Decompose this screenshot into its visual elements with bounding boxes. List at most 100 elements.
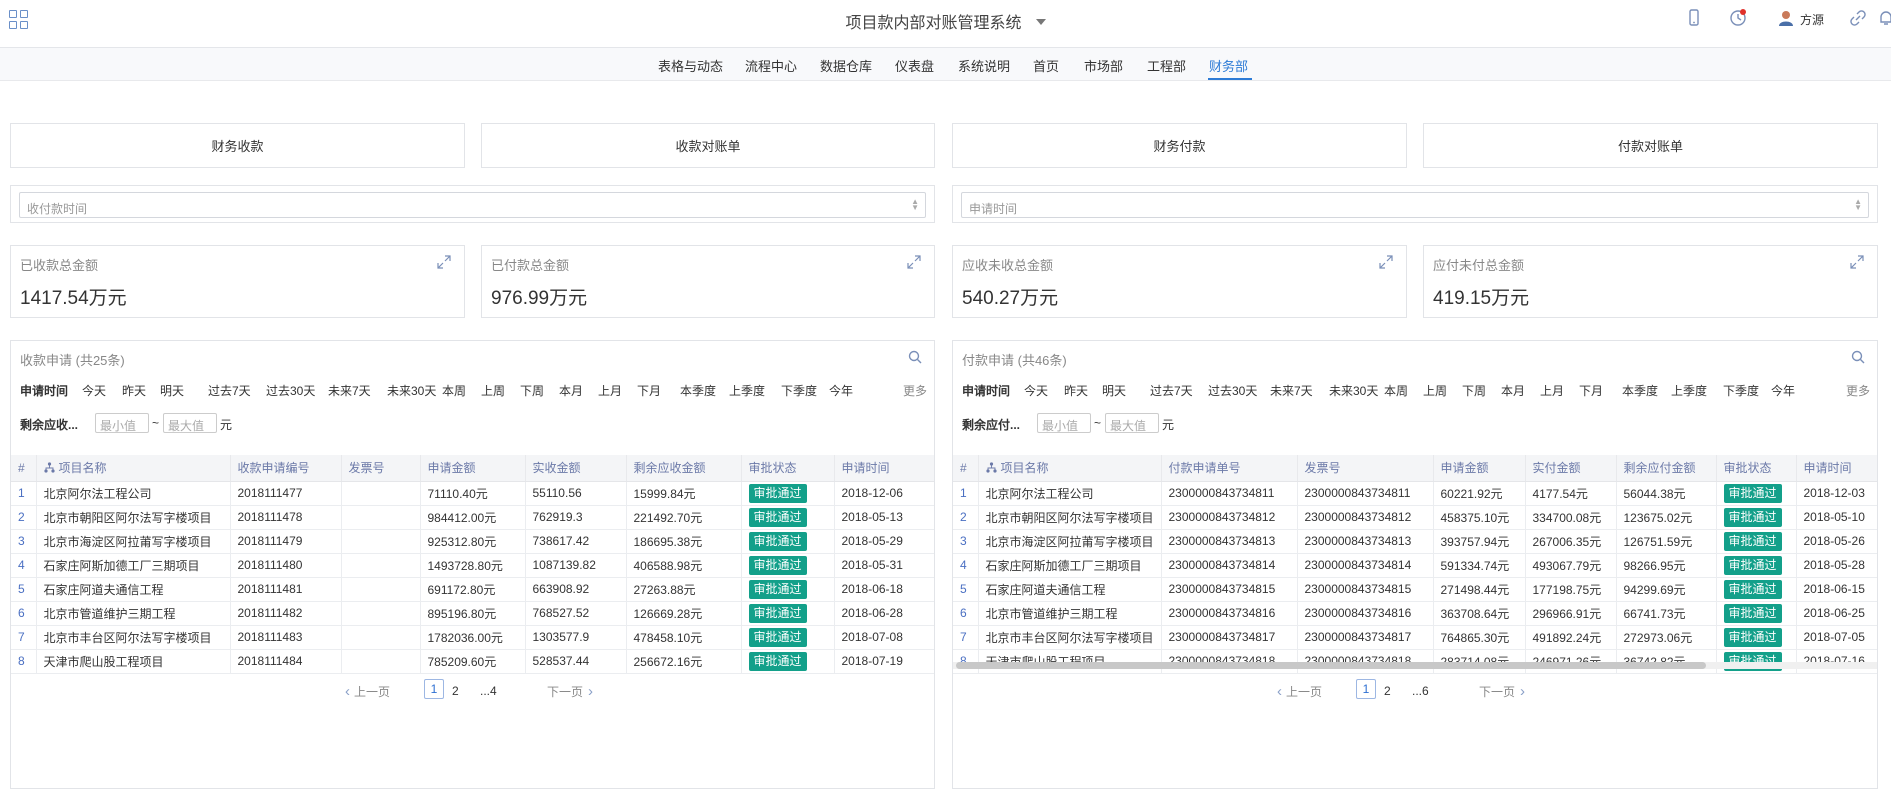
date-chip[interactable]: 上月 bbox=[1540, 382, 1564, 399]
tab-engineering[interactable]: 工程部 bbox=[1147, 56, 1186, 75]
search-icon[interactable] bbox=[1851, 350, 1865, 364]
date-chip[interactable]: 下月 bbox=[637, 382, 661, 399]
date-chip[interactable]: 未来30天 bbox=[387, 382, 436, 399]
table-row[interactable]: 7 北京市丰台区阿尔法写字楼项目 2300000843734817 230000084… bbox=[953, 625, 1877, 650]
column-header-apply-amount[interactable]: 申请金额 bbox=[1433, 455, 1526, 482]
table-row[interactable]: 5 石家庄阿道夫通信工程 2018111481 691172.80元 663908.92… bbox=[11, 577, 934, 602]
date-chip[interactable]: 本月 bbox=[1501, 382, 1525, 399]
expand-icon[interactable] bbox=[437, 255, 451, 269]
date-chip[interactable]: 未来7天 bbox=[328, 382, 371, 399]
prev-page-button[interactable]: ‹ 上一页 bbox=[345, 683, 390, 700]
expand-icon[interactable] bbox=[1850, 255, 1864, 269]
table-row[interactable]: 8 天津市爬山股工程项目 2018111484 785209.60元 528537.44… bbox=[11, 649, 934, 674]
date-chip[interactable]: 上周 bbox=[481, 382, 505, 399]
date-chip[interactable]: 明天 bbox=[1102, 382, 1126, 399]
link-icon[interactable] bbox=[1848, 8, 1868, 28]
clock-notification-icon[interactable] bbox=[1728, 8, 1748, 28]
column-header-apply-date[interactable]: 申请时间 bbox=[1796, 455, 1877, 482]
date-chip[interactable]: 昨天 bbox=[122, 382, 146, 399]
date-chip[interactable]: 上季度 bbox=[729, 382, 765, 399]
next-page-button[interactable]: 下一页 › bbox=[547, 683, 593, 700]
table-row[interactable]: 4 石家庄阿斯加德工厂三期项目 2300000843734814 2300000843… bbox=[953, 553, 1877, 578]
table-row[interactable]: 4 石家庄阿斯加德工厂三期项目 2018111480 1493728.80元 10871… bbox=[11, 553, 934, 578]
column-header-project-name[interactable]: 项目名称 bbox=[978, 455, 1162, 482]
page-number[interactable]: ...6 bbox=[1412, 684, 1429, 698]
date-chip[interactable]: 过去30天 bbox=[266, 382, 315, 399]
tab-dashboard[interactable]: 仪表盘 bbox=[895, 56, 934, 75]
column-header-request-number[interactable]: 收款申请编号 bbox=[230, 455, 342, 482]
column-header-invoice-number[interactable]: 发票号 bbox=[341, 455, 421, 482]
finance-payment-button[interactable]: 财务付款 bbox=[952, 123, 1407, 168]
table-row[interactable]: 8天津市爬山股工程项目23000008437348182300000843734… bbox=[953, 649, 1877, 674]
page-number[interactable]: 2 bbox=[1384, 684, 1391, 698]
date-chip[interactable]: 上季度 bbox=[1671, 382, 1707, 399]
date-chip[interactable]: 上周 bbox=[1423, 382, 1447, 399]
date-chip[interactable]: 未来30天 bbox=[1329, 382, 1378, 399]
min-value-input[interactable]: 最小值 bbox=[95, 413, 149, 433]
date-chip[interactable]: 本周 bbox=[442, 382, 466, 399]
payment-date-filter[interactable]: 收付款时间 ▲ ▼ bbox=[19, 192, 926, 218]
date-chip[interactable]: 今年 bbox=[1771, 382, 1795, 399]
date-chip[interactable]: 昨天 bbox=[1064, 382, 1088, 399]
column-header-remaining-amount[interactable]: 剩余应付金额 bbox=[1616, 455, 1717, 482]
column-header-invoice-number[interactable]: 发票号 bbox=[1297, 455, 1434, 482]
date-chip[interactable]: 下月 bbox=[1579, 382, 1603, 399]
date-chip[interactable]: 上月 bbox=[598, 382, 622, 399]
bell-icon[interactable] bbox=[1876, 8, 1891, 28]
receipt-statement-button[interactable]: 收款对账单 bbox=[481, 123, 935, 168]
column-header-remaining-amount[interactable]: 剩余应收金额 bbox=[626, 455, 742, 482]
date-chip[interactable]: 今天 bbox=[82, 382, 106, 399]
search-icon[interactable] bbox=[908, 350, 922, 364]
date-chip[interactable]: 明天 bbox=[160, 382, 184, 399]
table-row[interactable]: 3 北京市海淀区阿拉莆写字楼项目 2300000843734813 230000084… bbox=[953, 529, 1877, 554]
column-header-approval-status[interactable]: 审批状态 bbox=[1716, 455, 1797, 482]
tab-marketing[interactable]: 市场部 bbox=[1084, 56, 1123, 75]
date-chip[interactable]: 下季度 bbox=[1723, 382, 1759, 399]
chevron-down-icon[interactable] bbox=[1035, 18, 1046, 25]
tab-workflow[interactable]: 流程中心 bbox=[745, 56, 797, 75]
column-header-idx[interactable]: # bbox=[11, 455, 37, 482]
avatar[interactable] bbox=[1776, 8, 1796, 28]
tab-system-docs[interactable]: 系统说明 bbox=[958, 56, 1010, 75]
date-chip[interactable]: 本月 bbox=[559, 382, 583, 399]
table-row[interactable]: 5 石家庄阿道夫通信工程 2300000843734815 2300000843734… bbox=[953, 577, 1877, 602]
column-header-approval-status[interactable]: 审批状态 bbox=[741, 455, 835, 482]
app-title[interactable]: 项目款内部对账管理系统 bbox=[0, 9, 1891, 33]
table-row[interactable]: 2 北京市朝阳区阿尔法写字楼项目 2018111478 984412.00元 76291… bbox=[11, 505, 934, 530]
date-chip[interactable]: 今年 bbox=[829, 382, 853, 399]
tab-data-warehouse[interactable]: 数据仓库 bbox=[820, 56, 872, 75]
column-header-actual-amount[interactable]: 实收金额 bbox=[525, 455, 627, 482]
max-value-input[interactable]: 最大值 bbox=[1105, 413, 1159, 433]
table-row[interactable]: 7 北京市丰台区阿尔法写字楼项目 2018111483 1782036.00元 1303… bbox=[11, 625, 934, 650]
date-chip[interactable]: 下季度 bbox=[781, 382, 817, 399]
date-chip[interactable]: 下周 bbox=[520, 382, 544, 399]
next-page-button[interactable]: 下一页 › bbox=[1479, 683, 1525, 700]
tab-finance[interactable]: 财务部 bbox=[1209, 56, 1248, 75]
date-chip[interactable]: 今天 bbox=[1024, 382, 1048, 399]
tab-tables[interactable]: 表格与动态 bbox=[658, 56, 723, 75]
date-chip[interactable]: 本季度 bbox=[680, 382, 716, 399]
date-chip[interactable]: 下周 bbox=[1462, 382, 1486, 399]
column-header-apply-amount[interactable]: 申请金额 bbox=[420, 455, 526, 482]
page-number[interactable]: ...4 bbox=[480, 684, 497, 698]
date-chip[interactable]: 本季度 bbox=[1622, 382, 1658, 399]
tab-home[interactable]: 首页 bbox=[1033, 56, 1059, 75]
date-chip[interactable]: 过去7天 bbox=[208, 382, 251, 399]
payment-statement-button[interactable]: 付款对账单 bbox=[1423, 123, 1878, 168]
date-chip[interactable]: 未来7天 bbox=[1270, 382, 1313, 399]
page-number[interactable]: 1 bbox=[1356, 679, 1376, 699]
expand-icon[interactable] bbox=[907, 255, 921, 269]
scrollbar-thumb[interactable] bbox=[956, 662, 1706, 669]
apply-date-filter[interactable]: 申请时间 ▲ ▼ bbox=[961, 192, 1869, 218]
table-row[interactable]: 1 北京阿尔法工程公司 2018111477 71110.40元 55110.56 159… bbox=[11, 481, 934, 506]
table-row[interactable]: 6 北京市管道维护三期工程 2018111482 895196.80元 768527.5… bbox=[11, 601, 934, 626]
expand-icon[interactable] bbox=[1379, 255, 1393, 269]
column-header-apply-date[interactable]: 申请时间 bbox=[834, 455, 934, 482]
date-chip[interactable]: 过去30天 bbox=[1208, 382, 1257, 399]
table-row[interactable]: 2 北京市朝阳区阿尔法写字楼项目 2300000843734812 230000084… bbox=[953, 505, 1877, 530]
more-link[interactable]: 更多 bbox=[1846, 382, 1870, 399]
table-row[interactable]: 1 北京阿尔法工程公司 2300000843734811 23000008437348… bbox=[953, 481, 1877, 506]
mobile-icon[interactable] bbox=[1684, 8, 1704, 28]
min-value-input[interactable]: 最小值 bbox=[1037, 413, 1091, 433]
column-header-actual-amount[interactable]: 实付金额 bbox=[1525, 455, 1617, 482]
